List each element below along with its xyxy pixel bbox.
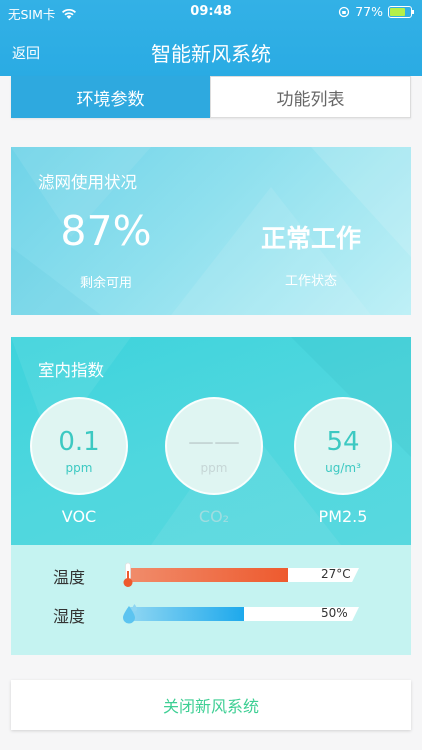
humidity-value: 50% bbox=[321, 606, 348, 620]
co2-unit: ppm bbox=[200, 461, 228, 475]
status-bar: 无SIM卡 09:48 77% bbox=[0, 0, 422, 22]
humidity-label: 湿度 bbox=[53, 607, 86, 626]
pm25-gauge: 54 ug/m³ bbox=[294, 397, 392, 495]
co2-label: CO₂ bbox=[198, 507, 230, 526]
indoor-index-card: 室内指数 0.1 ppm VOC —— ppm CO₂ 54 ug/m³ PM2… bbox=[11, 337, 411, 545]
filter-remaining-value: 87% bbox=[60, 207, 152, 255]
tab-bar: 环境参数 功能列表 bbox=[11, 76, 411, 118]
battery-icon bbox=[388, 5, 414, 18]
pm25-label: PM2.5 bbox=[318, 507, 368, 526]
co2-gauge: —— ppm bbox=[165, 397, 263, 495]
co2-value: —— bbox=[188, 427, 240, 457]
tab-functions[interactable]: 功能列表 bbox=[210, 76, 411, 118]
status-right: 77% bbox=[338, 4, 414, 19]
temperature-row: 温度 27°C bbox=[11, 560, 411, 590]
pm25-unit: ug/m³ bbox=[325, 461, 361, 475]
temperature-bar-fill bbox=[129, 568, 288, 582]
thermometer-icon bbox=[123, 562, 133, 587]
pm25-value: 54 bbox=[326, 427, 360, 457]
tab-environment[interactable]: 环境参数 bbox=[11, 76, 210, 118]
voc-unit: ppm bbox=[65, 461, 93, 475]
temperature-label: 温度 bbox=[53, 568, 86, 587]
filter-status-card: 滤网使用状况 87% 剩余可用 正常工作 工作状态 bbox=[11, 147, 411, 315]
climate-meters: 温度 27°C 湿度 50% bbox=[11, 545, 411, 655]
page-title: 智能新风系统 bbox=[151, 42, 271, 66]
humidity-bar-fill bbox=[129, 607, 244, 621]
close-ventilation-button[interactable]: 关闭新风系统 bbox=[11, 680, 411, 730]
work-status-label: 工作状态 bbox=[284, 274, 337, 289]
voc-label: VOC bbox=[61, 507, 97, 526]
battery-percent: 77% bbox=[355, 4, 383, 19]
water-drop-icon bbox=[123, 604, 137, 624]
filter-remaining-label: 剩余可用 bbox=[79, 276, 132, 291]
rotation-lock-icon bbox=[339, 6, 350, 17]
filter-card-title: 滤网使用状况 bbox=[38, 173, 137, 192]
app-header: 无SIM卡 09:48 77% 返回 智能新风系统 bbox=[0, 0, 422, 76]
temperature-value: 27°C bbox=[321, 567, 351, 581]
work-status-value: 正常工作 bbox=[260, 224, 361, 253]
indoor-card-title: 室内指数 bbox=[38, 361, 104, 380]
voc-value: 0.1 bbox=[58, 427, 100, 457]
humidity-row: 湿度 50% bbox=[11, 599, 411, 629]
voc-gauge: 0.1 ppm bbox=[30, 397, 128, 495]
